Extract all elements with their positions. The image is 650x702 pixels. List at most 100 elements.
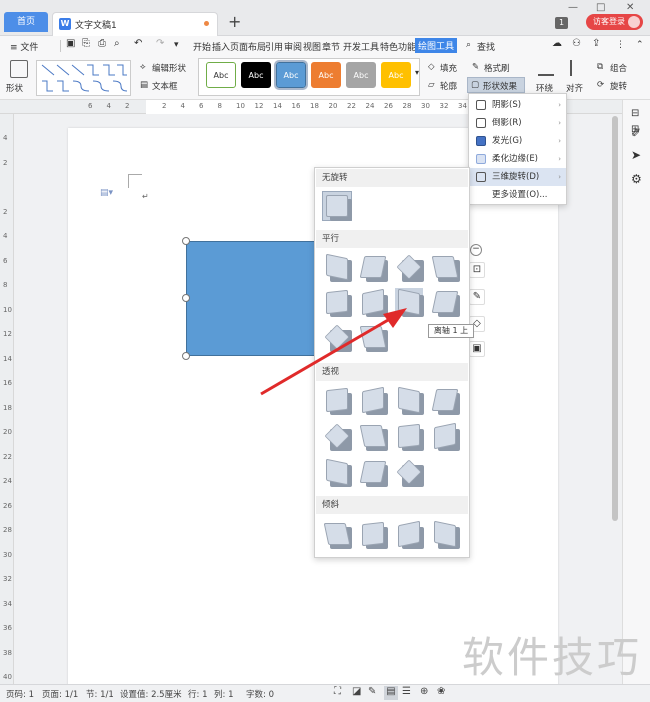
edit-shape-button[interactable]: 编辑形状	[152, 62, 186, 74]
style-gallery-more-icon[interactable]: ▾	[415, 68, 419, 77]
menu-developer[interactable]: 开发工具	[343, 40, 379, 53]
status-word-count[interactable]: 字数: 0	[246, 688, 274, 700]
window-count-badge[interactable]: 1	[555, 17, 568, 29]
new-tab-button[interactable]: +	[228, 12, 241, 31]
menu-item-soft-edges[interactable]: 柔化边缘(E) ›	[470, 150, 566, 168]
preset-3d-rotation[interactable]	[431, 386, 460, 415]
maximize-button[interactable]: □	[596, 2, 605, 13]
group-icon[interactable]: ⧉	[597, 62, 603, 72]
more-options-icon[interactable]: ⋮	[616, 40, 625, 50]
pen-tool-icon[interactable]: ✐	[631, 126, 641, 140]
edit-shape-icon[interactable]: ⟡	[140, 62, 146, 72]
eye-protection-icon[interactable]: ❀	[437, 686, 445, 697]
menu-features[interactable]: 特色功能	[380, 40, 416, 53]
shape-style-preset[interactable]: Abc	[206, 62, 236, 88]
collapse-ribbon-icon[interactable]: ⌃	[636, 40, 644, 50]
shape-style-preset[interactable]: Abc	[346, 62, 376, 88]
outline-icon[interactable]: ▱	[428, 80, 435, 90]
resize-handle-bottom-left[interactable]	[182, 352, 190, 360]
wrap-icon[interactable]	[538, 60, 554, 76]
print-preview-icon[interactable]: ⌕	[114, 38, 120, 49]
line-shapes-gallery[interactable]	[36, 60, 131, 96]
align-button[interactable]: 对齐	[566, 82, 583, 94]
preset-3d-rotation[interactable]	[359, 422, 388, 451]
menu-item-reflection[interactable]: 倒影(R) ›	[470, 114, 566, 132]
select-cursor-icon[interactable]: ➤	[631, 148, 641, 162]
shape-frame-icon[interactable]: ▣	[469, 341, 485, 357]
status-setting[interactable]: 设置值: 2.5厘米	[120, 688, 182, 700]
menu-insert[interactable]: 插入	[212, 40, 230, 53]
more-chevron-icon[interactable]: ▾	[174, 40, 179, 50]
group-button[interactable]: 组合	[610, 62, 627, 74]
menu-item-glow[interactable]: 发光(G) ›	[470, 132, 566, 150]
collaborate-icon[interactable]: ⚇	[572, 38, 581, 49]
paragraph-layout-icon[interactable]: ▤▾	[100, 188, 113, 198]
fill-icon[interactable]: ◇	[428, 62, 435, 72]
preset-3d-rotation[interactable]	[323, 253, 352, 282]
status-pages[interactable]: 页面: 1/1	[42, 688, 78, 700]
layout-options-icon[interactable]: ⊡	[469, 262, 485, 278]
menu-drawing-tools[interactable]: 绘图工具	[415, 38, 458, 53]
undo-icon[interactable]: ↶	[134, 38, 142, 49]
text-box-icon[interactable]: ▤	[140, 80, 148, 90]
rotate-icon[interactable]: ⟳	[597, 80, 604, 90]
settings-sliders-icon[interactable]: ⚙	[631, 172, 642, 186]
menu-chapter[interactable]: 章节	[322, 40, 340, 53]
fill-button[interactable]: 填充	[440, 62, 457, 74]
focus-mode-icon[interactable]: ⛶	[334, 686, 341, 697]
export-pdf-icon[interactable]: ⎘	[82, 38, 90, 49]
shape-effects-button[interactable]: ▢ 形状效果	[467, 77, 525, 93]
resize-handle-top-left[interactable]	[182, 237, 190, 245]
guest-login-button[interactable]: 访客登录	[586, 14, 643, 30]
preset-3d-rotation[interactable]	[431, 253, 460, 282]
preset-3d-rotation[interactable]	[323, 458, 352, 487]
preset-3d-rotation[interactable]	[395, 253, 424, 282]
preset-3d-rotation[interactable]	[431, 520, 460, 549]
share-icon[interactable]: ⇪	[592, 38, 600, 49]
align-icon[interactable]	[570, 60, 586, 76]
document-page[interactable]	[68, 128, 558, 688]
tab-home[interactable]: 首页	[4, 12, 48, 32]
sidebar-expand-icon[interactable]: ⊟	[631, 108, 639, 119]
shape-style-preset[interactable]: Abc	[274, 60, 308, 90]
preset-3d-rotation[interactable]	[395, 422, 424, 451]
search-label[interactable]: 查找	[477, 40, 495, 53]
shape-style-preset[interactable]: Abc	[381, 62, 411, 88]
web-view-icon[interactable]: ⊕	[420, 686, 428, 697]
preset-3d-rotation[interactable]	[323, 520, 352, 549]
preset-3d-rotation[interactable]	[323, 422, 352, 451]
tab-document[interactable]: W 文字文稿1	[52, 12, 218, 36]
menu-item-shadow[interactable]: 阴影(S) ›	[470, 96, 566, 114]
preset-3d-rotation[interactable]	[431, 288, 460, 317]
save-icon[interactable]: ▣	[66, 38, 75, 49]
shape-outline-icon[interactable]: ✎	[469, 289, 485, 305]
shape-button-label[interactable]: 形状	[6, 82, 23, 94]
preset-3d-rotation[interactable]	[359, 520, 388, 549]
print-icon[interactable]: ⎙	[98, 38, 106, 49]
outline-view-icon[interactable]: ☰	[402, 686, 411, 697]
menu-review[interactable]: 审阅	[284, 40, 302, 53]
menu-file[interactable]: ≡ 文件	[10, 40, 38, 53]
vertical-scrollbar[interactable]	[610, 116, 620, 521]
collapse-tools-icon[interactable]: −	[470, 244, 482, 256]
pen-icon[interactable]: ✎	[368, 686, 376, 697]
redo-icon[interactable]: ↷	[156, 38, 164, 49]
protect-view-icon[interactable]: ◪	[352, 686, 361, 697]
menu-page-layout[interactable]: 页面布局	[230, 40, 266, 53]
scrollbar-thumb[interactable]	[612, 116, 618, 521]
outline-button[interactable]: 轮廓	[440, 80, 457, 92]
menu-start[interactable]: 开始	[193, 40, 211, 53]
resize-handle-left[interactable]	[182, 294, 190, 302]
preset-3d-rotation[interactable]	[431, 422, 460, 451]
search-icon[interactable]: ⌕	[466, 40, 471, 50]
preset-3d-rotation[interactable]	[359, 458, 388, 487]
vertical-ruler[interactable]: 4 2 2 4 6 8 10 12 14 16 18 20 22 24 26 28 30 32 34 36 38 40	[0, 114, 14, 684]
preset-3d-rotation[interactable]	[359, 253, 388, 282]
menu-reference[interactable]: 引用	[265, 40, 283, 53]
preset-3d-rotation[interactable]	[395, 458, 424, 487]
shape-icon[interactable]	[10, 60, 28, 78]
shape-style-preset[interactable]: Abc	[311, 62, 341, 88]
text-box-button[interactable]: 文本框	[152, 80, 178, 92]
page-view-icon[interactable]: ▤	[384, 686, 398, 700]
menu-view[interactable]: 视图	[303, 40, 321, 53]
